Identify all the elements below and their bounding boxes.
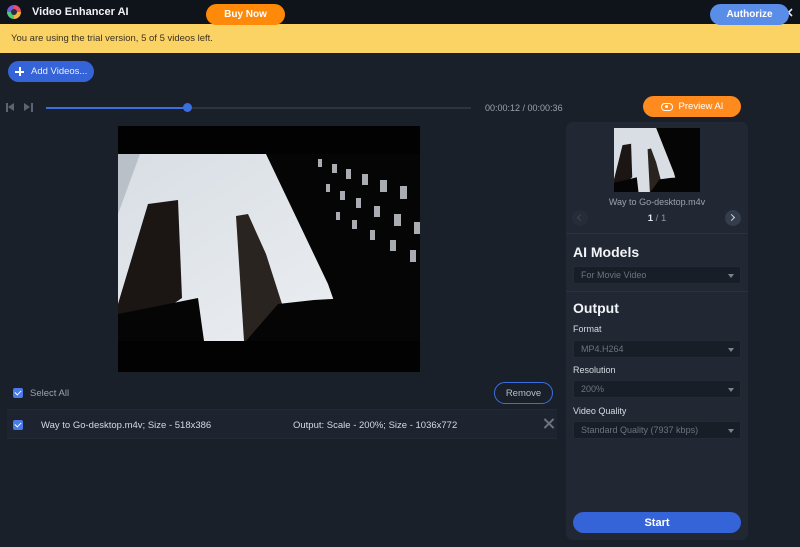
settings-panel: Way to Go-desktop.m4v 1 / 1 AI Models Fo… — [566, 122, 748, 540]
video-quality-label: Video Quality — [573, 406, 627, 416]
video-quality-value: Standard Quality (7937 kbps) — [581, 425, 699, 435]
skip-previous-icon[interactable] — [6, 103, 15, 112]
remove-button[interactable]: Remove — [494, 382, 553, 404]
resolution-value: 200% — [581, 384, 605, 394]
divider — [566, 233, 748, 234]
add-videos-button[interactable]: Add Videos... — [8, 61, 94, 82]
seek-slider-progress — [46, 107, 188, 109]
ai-models-title: AI Models — [573, 244, 640, 260]
resolution-select[interactable]: 200% — [573, 380, 741, 398]
chevron-down-icon — [728, 429, 734, 433]
skip-next-icon[interactable] — [24, 103, 33, 112]
select-all-checkbox[interactable] — [13, 388, 23, 398]
start-button[interactable]: Start — [573, 512, 741, 533]
output-title: Output — [573, 300, 619, 316]
add-videos-label: Add Videos... — [31, 66, 88, 77]
chevron-down-icon — [728, 388, 734, 392]
ai-model-value: For Movie Video — [581, 270, 647, 280]
trial-message: You are using the trial version, 5 of 5 … — [11, 33, 213, 44]
authorize-button[interactable]: Authorize — [710, 4, 789, 25]
video-preview — [118, 126, 420, 372]
chevron-down-icon — [728, 348, 734, 352]
file-output-info: Output: Scale - 200%; Size - 1036x772 — [293, 420, 458, 431]
file-name: Way to Go-desktop.m4v; Size - 518x386 — [41, 420, 212, 431]
video-quality-select[interactable]: Standard Quality (7937 kbps) — [573, 421, 741, 439]
thumbnail-filename: Way to Go-desktop.m4v — [608, 197, 706, 207]
preview-ai-button[interactable]: Preview AI — [643, 96, 741, 117]
video-frame-image — [118, 154, 420, 341]
next-video-button[interactable] — [725, 210, 741, 226]
page-indicator: 1 / 1 — [566, 213, 748, 224]
timecode: 00:00:12 / 00:00:36 — [485, 103, 563, 113]
divider — [566, 291, 748, 292]
chevron-down-icon — [728, 274, 734, 278]
title-bar: Video Enhancer AI — [0, 0, 800, 24]
eye-icon — [660, 102, 673, 111]
seek-slider-handle[interactable] — [183, 103, 193, 112]
remove-item-icon[interactable] — [543, 418, 554, 429]
list-item[interactable]: Way to Go-desktop.m4v; Size - 518x386 Ou… — [7, 409, 557, 439]
app-title: Video Enhancer AI — [32, 6, 129, 18]
buy-now-button[interactable]: Buy Now — [206, 4, 285, 25]
format-value: MP4.H264 — [581, 344, 624, 354]
thumbnail-image — [614, 128, 700, 192]
ai-model-select[interactable]: For Movie Video — [573, 266, 741, 284]
preview-ai-label: Preview AI — [678, 101, 724, 112]
item-checkbox[interactable] — [13, 420, 23, 430]
resolution-label: Resolution — [573, 365, 616, 375]
select-all-label: Select All — [30, 388, 70, 399]
video-thumbnail[interactable] — [614, 128, 700, 192]
page-total: 1 — [660, 213, 667, 224]
plus-icon — [15, 67, 24, 76]
app-logo-icon — [7, 5, 21, 19]
format-label: Format — [573, 324, 602, 334]
seek-slider[interactable] — [46, 103, 471, 112]
page-separator: / — [653, 213, 661, 224]
trial-banner: You are using the trial version, 5 of 5 … — [0, 24, 800, 53]
format-select[interactable]: MP4.H264 — [573, 340, 741, 358]
